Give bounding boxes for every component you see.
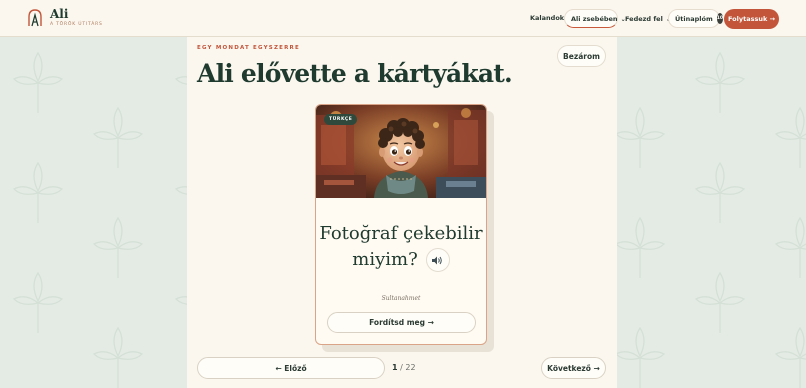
clover-pattern-icon [614, 216, 666, 278]
clover-pattern-icon [694, 161, 746, 223]
nav-item-ali-zsebeben[interactable]: Ali zsebében ⌄ [564, 9, 626, 28]
clover-pattern-icon [12, 161, 64, 223]
location-caption: Sultanahmet [381, 295, 421, 302]
clover-pattern-icon [12, 271, 64, 333]
brand-name: Ali [50, 7, 69, 21]
clover-pattern-icon [92, 106, 144, 168]
clover-pattern-icon [92, 216, 144, 278]
nav-item-utinaplom[interactable]: Útinaplóm 10 [668, 9, 724, 28]
next-button[interactable]: Következő → [541, 357, 606, 379]
clover-pattern-icon [774, 106, 806, 168]
top-navigation-bar: Ali A TÖRÖK ÚTITÁRS Kalandok Ali zsebébe… [0, 0, 806, 37]
logo-mark-icon [28, 9, 42, 27]
speaker-icon [432, 256, 442, 264]
turkish-phrase: Fotoğraf çekebilir miyim? [316, 221, 486, 273]
nav-item-label: Fedezd fel [625, 14, 663, 23]
clover-pattern-icon [12, 51, 64, 113]
clover-pattern-icon [694, 271, 746, 333]
continue-button[interactable]: Folytassuk → [724, 9, 779, 29]
phrase-line-2: miyim? [352, 249, 418, 270]
previous-button[interactable]: ← Előző [197, 357, 385, 379]
total-card-count: 22 [405, 363, 416, 372]
nav-item-kalandok[interactable]: Kalandok [530, 14, 564, 22]
nav-item-label: Ali zsebében [571, 14, 618, 23]
translate-button[interactable]: Fordítsd meg → [327, 312, 476, 333]
play-audio-button[interactable] [425, 248, 450, 272]
clover-pattern-icon [614, 326, 666, 388]
journal-count-badge: 10 [716, 13, 724, 24]
nav-item-label: Útinaplóm [675, 14, 713, 23]
clover-pattern-icon [774, 216, 806, 278]
close-button[interactable]: Bezárom [557, 45, 606, 67]
clover-pattern-icon [614, 106, 666, 168]
flashcard-panel: EGY MONDAT EGYSZERRE Ali elővette a kárt… [187, 37, 617, 388]
clover-pattern-icon [774, 326, 806, 388]
flashcard: TÜRKÇE Fotoğraf çekebilir miyim? Sultana… [315, 104, 487, 345]
clover-pattern-icon [92, 326, 144, 388]
phrase-line-1: Fotoğraf çekebilir [319, 223, 483, 244]
language-badge: TÜRKÇE [324, 114, 358, 125]
page-title: Ali elővette a kártyákat. [197, 59, 513, 88]
card-counter: 1 / 22 [392, 363, 416, 372]
card-illustration: TÜRKÇE [316, 105, 486, 198]
brand-tagline: A TÖRÖK ÚTITÁRS [50, 22, 103, 27]
section-eyebrow: EGY MONDAT EGYSZERRE [197, 45, 300, 51]
clover-pattern-icon [694, 51, 746, 113]
phrase-line-2-row: miyim? [352, 247, 450, 273]
